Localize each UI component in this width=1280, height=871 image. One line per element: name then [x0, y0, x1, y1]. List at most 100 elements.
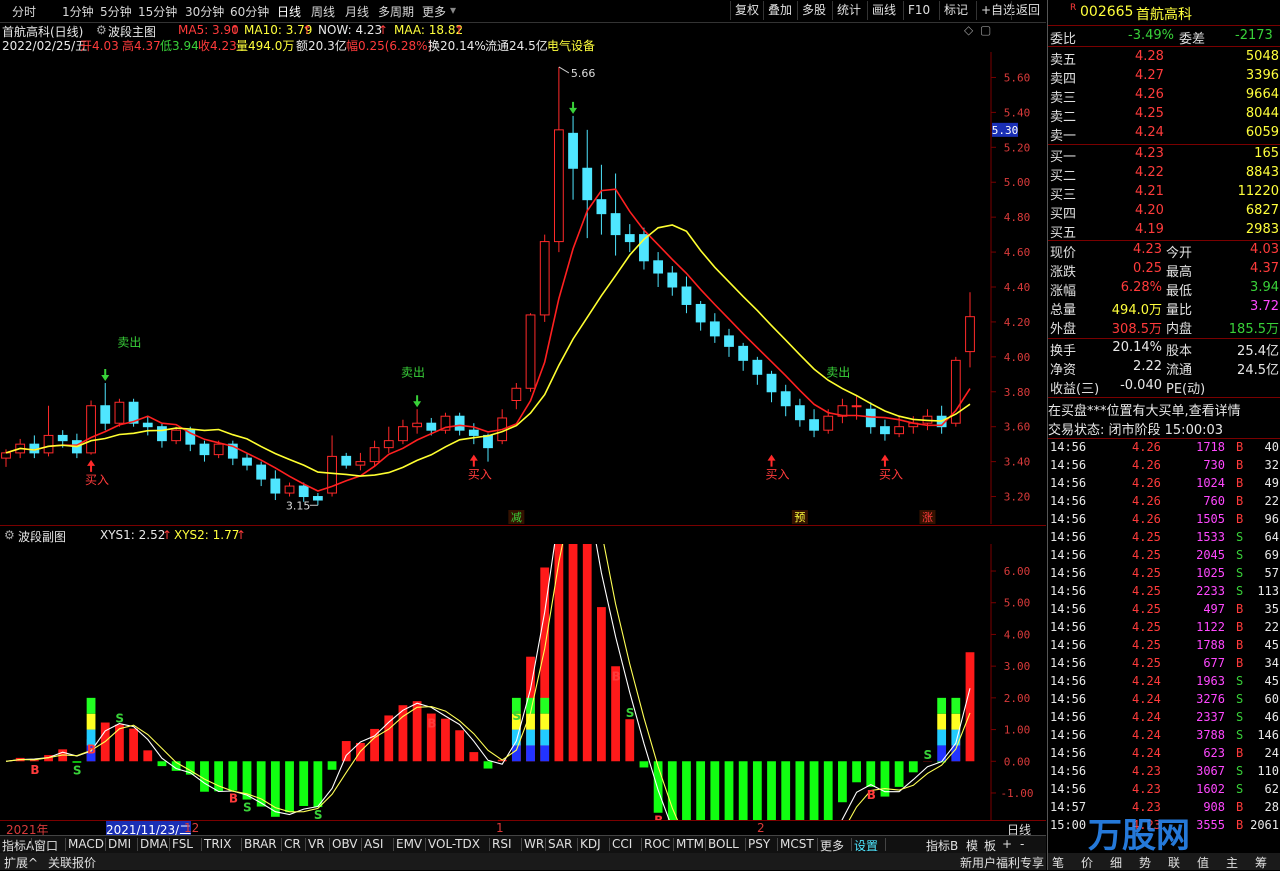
panel-tab-icon[interactable]: 笔 [1052, 854, 1064, 871]
big-order-notice[interactable]: 在买盘***位置有大买单,查看详情 [1048, 399, 1280, 418]
indicator-tab[interactable]: DMI [108, 837, 131, 851]
margin-badge: R [1070, 3, 1076, 13]
arrow-up-icon: ↑ [454, 23, 464, 37]
tick-price: 4.26 [1132, 440, 1161, 454]
stat-label: 最高 [1166, 261, 1192, 280]
tab-divider [705, 838, 706, 851]
indicator-tab[interactable]: CR [284, 837, 301, 851]
main-candlestick-chart[interactable]: 5.605.405.205.004.804.604.404.204.003.80… [0, 52, 1046, 524]
stat-value: -0.040 [1120, 378, 1162, 393]
indicator-tab[interactable]: 指标A [2, 837, 34, 854]
tab-divider [281, 838, 282, 851]
indicator-tab[interactable]: DMA [140, 837, 168, 851]
indicator-tab-right[interactable]: + [1002, 837, 1012, 851]
indicator-tab[interactable]: BRAR [244, 837, 277, 851]
tick-side: S [1236, 530, 1243, 544]
panel-tab-icon[interactable]: 势 [1139, 854, 1151, 871]
stat-label: 现价 [1050, 242, 1076, 261]
indicator-tab[interactable]: 设置 [854, 837, 878, 854]
sub-bar-signal [540, 745, 549, 761]
period-tab[interactable]: 60分钟 [230, 3, 269, 20]
candle-body [87, 406, 96, 453]
period-tab[interactable]: 5分钟 [100, 3, 132, 20]
indicator-tab-right[interactable]: 板 [984, 837, 996, 854]
panel-tab-icon[interactable]: 主 [1226, 854, 1238, 871]
indicator-tab[interactable]: RSI [492, 837, 512, 851]
panel-tab-icon[interactable]: 筹 [1255, 854, 1267, 871]
indicator-tab[interactable]: EMV [396, 837, 422, 851]
button-overlay[interactable]: 叠加 [763, 1, 796, 20]
bid-volume: 2983 [1246, 222, 1279, 237]
indicator-tab[interactable]: WR [524, 837, 544, 851]
window-icon[interactable]: ▢ [980, 23, 991, 37]
candle-body [413, 423, 422, 426]
diamond-icon[interactable]: ◇ [964, 23, 973, 37]
period-tab-more[interactable]: 更多 [422, 3, 446, 20]
tick-list[interactable]: 14:564.261718B4014:564.26730B3214:564.26… [1048, 439, 1280, 837]
indicator-tab[interactable]: MCST [780, 837, 814, 851]
button-multi[interactable]: 多股 [797, 1, 830, 20]
indicator-tab[interactable]: BOLL [708, 837, 739, 851]
period-tab[interactable]: 1分钟 [62, 3, 94, 20]
period-tab[interactable]: 月线 [345, 3, 369, 20]
indicator-tab[interactable]: SAR [548, 837, 572, 851]
button-mark[interactable]: 标记 [939, 1, 972, 20]
sub-bar-negative [767, 761, 776, 820]
indicator-tab[interactable]: ASI [364, 837, 383, 851]
indicator-tab[interactable]: VOL-TDX [428, 837, 480, 851]
sub-bar-negative [228, 761, 237, 790]
indicator-tab[interactable]: MTM [676, 837, 704, 851]
related-quote-button[interactable]: 关联报价 [48, 854, 96, 871]
panel-tab-icon[interactable]: 值 [1197, 854, 1209, 871]
chevron-down-icon[interactable]: ▾ [450, 3, 456, 17]
indicator-tab[interactable]: 更多 [820, 837, 844, 854]
sub-indicator-chart[interactable]: 6.005.004.003.002.001.000.00-1.00BSBSBSB… [0, 544, 1046, 820]
candle-body [654, 261, 663, 273]
tick-row: 14:564.24623B24 [1048, 745, 1280, 763]
indicator-tab[interactable]: 窗口 [34, 837, 58, 854]
indicator-tab-right[interactable]: 模 [966, 837, 978, 854]
panel-tab-icon[interactable]: 价 [1081, 854, 1093, 871]
indicator-tab[interactable]: CCI [612, 837, 632, 851]
indicator-tab[interactable]: TRIX [204, 837, 231, 851]
panel-tab-icon[interactable]: 细 [1110, 854, 1122, 871]
indicator-tab[interactable]: OBV [332, 837, 358, 851]
button-back[interactable]: 返回 [1011, 1, 1044, 20]
period-tab[interactable]: 多周期 [378, 3, 414, 20]
period-tab[interactable]: 30分钟 [185, 3, 224, 20]
indicator-tab[interactable]: KDJ [580, 837, 601, 851]
button-fuquan[interactable]: 复权 [730, 1, 763, 20]
button-draw[interactable]: 画线 [867, 1, 900, 20]
indicator-tab[interactable]: PSY [748, 837, 770, 851]
button-stats[interactable]: 统计 [832, 1, 865, 20]
tick-price: 4.25 [1132, 638, 1161, 652]
now-value: NOW: 4.23 [318, 23, 382, 37]
tab-divider [777, 838, 778, 851]
indicator-tab[interactable]: ROC [644, 837, 670, 851]
period-tab[interactable]: 15分钟 [138, 3, 177, 20]
indicator-tab-right[interactable]: - [1020, 837, 1024, 851]
button-f10[interactable]: F10 [903, 1, 934, 20]
period-tab[interactable]: 周线 [311, 3, 335, 20]
sub-bar-negative [838, 761, 847, 802]
sub-bar-negative [313, 761, 322, 807]
period-tab-active[interactable]: 日线 [277, 3, 301, 20]
stat-label: 涨跌 [1050, 261, 1076, 280]
indicator-tab[interactable]: MACD [68, 837, 104, 851]
new-user-benefit-link[interactable]: 新用户福利专享 [960, 854, 1044, 871]
sub-indicator-name[interactable]: 波段副图 [18, 528, 66, 545]
notice-text[interactable]: 在买盘***位置有大买单,查看详情 [1048, 400, 1241, 419]
panel-tab-icon[interactable]: 联 [1168, 854, 1180, 871]
candle-body [257, 465, 266, 479]
gear-icon[interactable]: ⚙ [96, 23, 107, 37]
expand-button[interactable]: 扩展^ [4, 854, 38, 871]
indicator-tab-right[interactable]: 指标B [926, 837, 958, 854]
indicator-tab[interactable]: FSL [172, 837, 193, 851]
period-tab[interactable]: 分时 [12, 3, 36, 20]
y-tick-label: 4.00 [1004, 351, 1031, 364]
gear-icon[interactable]: ⚙ [4, 528, 15, 542]
tick-row: 14:564.252045S69 [1048, 547, 1280, 565]
indicator-tab[interactable]: VR [308, 837, 325, 851]
candle-body [583, 168, 592, 199]
tick-count: 45 [1265, 674, 1279, 688]
